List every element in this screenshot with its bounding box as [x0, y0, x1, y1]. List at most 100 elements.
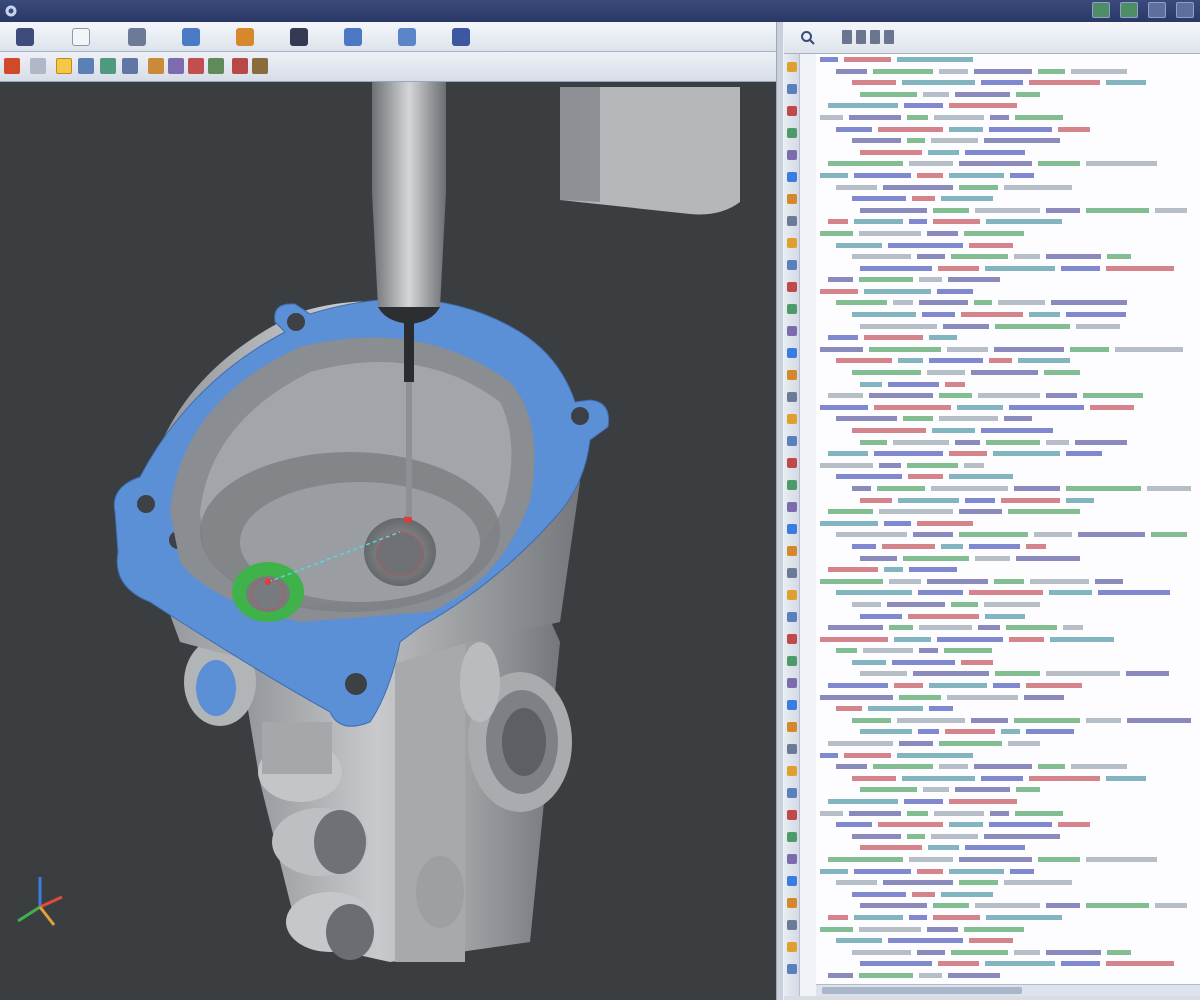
table-icon[interactable] [128, 28, 146, 46]
code-line[interactable] [816, 715, 1200, 727]
code-line[interactable] [816, 750, 1200, 762]
code-line[interactable] [816, 958, 1200, 970]
code-line[interactable] [816, 599, 1200, 611]
code-line[interactable] [816, 935, 1200, 947]
code-line[interactable] [816, 692, 1200, 704]
code-line[interactable] [816, 970, 1200, 982]
editor-side-icon[interactable] [787, 964, 797, 974]
select-icon[interactable] [122, 58, 138, 74]
code-line[interactable] [816, 460, 1200, 472]
editor-side-icon[interactable] [787, 876, 797, 886]
code-line[interactable] [816, 170, 1200, 182]
probe-icon[interactable] [182, 28, 200, 46]
editor-side-icon[interactable] [787, 810, 797, 820]
editor-side-icon[interactable] [787, 634, 797, 644]
code-line[interactable] [816, 379, 1200, 391]
code-line[interactable] [816, 808, 1200, 820]
code-line[interactable] [816, 66, 1200, 78]
code-line[interactable] [816, 471, 1200, 483]
code-line[interactable] [816, 796, 1200, 808]
tool-icon[interactable] [236, 28, 254, 46]
code-line[interactable] [816, 448, 1200, 460]
code-line[interactable] [816, 680, 1200, 692]
editor-side-icon[interactable] [787, 304, 797, 314]
editor-side-icon[interactable] [787, 392, 797, 402]
points-icon[interactable] [232, 58, 248, 74]
code-line[interactable] [816, 564, 1200, 576]
editor-side-icon[interactable] [787, 238, 797, 248]
copy-icon[interactable] [856, 30, 866, 44]
editor-side-icon[interactable] [787, 62, 797, 72]
code-line[interactable] [816, 819, 1200, 831]
3d-model-viewport[interactable] [0, 82, 776, 1000]
code-line[interactable] [816, 761, 1200, 773]
editor-side-icon[interactable] [787, 942, 797, 952]
code-line[interactable] [816, 668, 1200, 680]
code-line[interactable] [816, 425, 1200, 437]
editor-side-icon[interactable] [787, 194, 797, 204]
code-line[interactable] [816, 924, 1200, 936]
code-line[interactable] [816, 228, 1200, 240]
code-line[interactable] [816, 355, 1200, 367]
code-line[interactable] [816, 703, 1200, 715]
code-line[interactable] [816, 495, 1200, 507]
code-line[interactable] [816, 437, 1200, 449]
code-line[interactable] [816, 866, 1200, 878]
editor-side-icon[interactable] [787, 458, 797, 468]
editor-side-icon[interactable] [787, 348, 797, 358]
horizontal-scrollbar[interactable] [816, 984, 1200, 996]
code-line[interactable] [816, 297, 1200, 309]
code-line[interactable] [816, 947, 1200, 959]
code-line[interactable] [816, 332, 1200, 344]
code-line[interactable] [816, 506, 1200, 518]
undo-icon[interactable] [4, 58, 20, 74]
code-line[interactable] [816, 135, 1200, 147]
code-line[interactable] [816, 611, 1200, 623]
code-line[interactable] [816, 344, 1200, 356]
editor-side-icon[interactable] [787, 260, 797, 270]
code-line[interactable] [816, 390, 1200, 402]
code-line[interactable] [816, 889, 1200, 901]
panel-splitter[interactable] [776, 22, 784, 1000]
flag-icon[interactable] [344, 28, 362, 46]
code-line[interactable] [816, 205, 1200, 217]
code-line[interactable] [816, 251, 1200, 263]
points-icon-2[interactable] [252, 58, 268, 74]
editor-side-icon[interactable] [787, 612, 797, 622]
code-line[interactable] [816, 877, 1200, 889]
cut-icon[interactable] [842, 30, 852, 44]
import-icon[interactable] [398, 28, 416, 46]
page-icon[interactable] [72, 28, 90, 46]
code-line[interactable] [816, 541, 1200, 553]
editor-side-icon[interactable] [787, 678, 797, 688]
app-icon[interactable] [4, 4, 18, 18]
code-line[interactable] [816, 182, 1200, 194]
editor-side-icon[interactable] [787, 546, 797, 556]
fit-icon[interactable] [168, 58, 184, 74]
code-line[interactable] [816, 483, 1200, 495]
code-line[interactable] [816, 77, 1200, 89]
layout-icon[interactable] [1092, 2, 1110, 18]
editor-side-icon[interactable] [787, 854, 797, 864]
code-line[interactable] [816, 587, 1200, 599]
editor-side-icon[interactable] [787, 216, 797, 226]
measure-icon[interactable] [188, 58, 204, 74]
code-line[interactable] [816, 286, 1200, 298]
code-line[interactable] [816, 124, 1200, 136]
editor-side-icon[interactable] [787, 700, 797, 710]
editor-side-icon[interactable] [787, 84, 797, 94]
code-line[interactable] [816, 158, 1200, 170]
editor-side-icon[interactable] [787, 920, 797, 930]
code-line[interactable] [816, 309, 1200, 321]
editor-side-icon[interactable] [787, 436, 797, 446]
code-line[interactable] [816, 634, 1200, 646]
code-line[interactable] [816, 553, 1200, 565]
editor-side-icon[interactable] [787, 568, 797, 578]
code-line[interactable] [816, 402, 1200, 414]
code-line[interactable] [816, 657, 1200, 669]
editor-side-icon[interactable] [787, 150, 797, 160]
editor-side-icon[interactable] [787, 766, 797, 776]
pan-icon[interactable] [100, 58, 116, 74]
probe-path-icon[interactable] [148, 58, 164, 74]
editor-side-icon[interactable] [787, 106, 797, 116]
